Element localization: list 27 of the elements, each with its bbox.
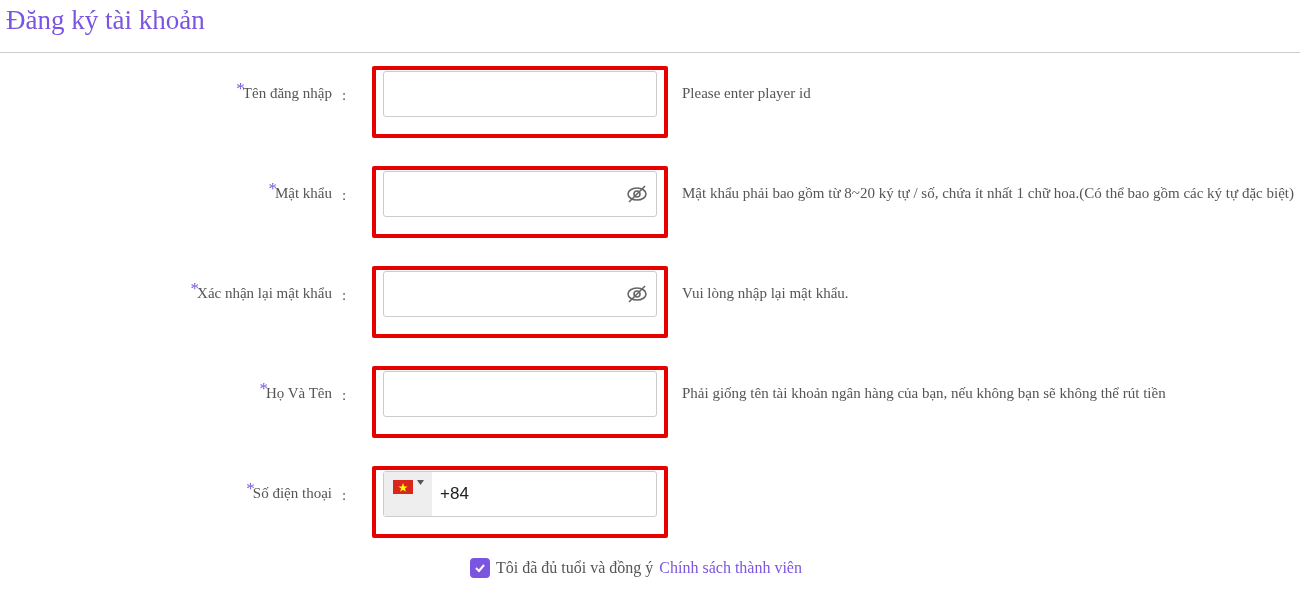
required-asterisk: *	[236, 78, 245, 100]
checkbox[interactable]	[470, 558, 490, 578]
caret-icon	[416, 480, 424, 485]
label-colon: :	[342, 87, 347, 103]
check-icon	[474, 563, 486, 573]
password-field[interactable]	[383, 171, 657, 217]
hint-text: Vui lòng nhập lại mật khẩu.	[682, 284, 850, 303]
input-field[interactable]	[383, 371, 657, 417]
label-colon: :	[342, 287, 347, 303]
label-colon: :	[342, 487, 347, 503]
country-selector[interactable]	[384, 472, 432, 516]
password-field[interactable]	[383, 271, 657, 317]
phone-number-input[interactable]: +84	[432, 472, 656, 516]
hide-password-icon[interactable]	[626, 283, 648, 305]
page-title: Đăng ký tài khoản	[5, 4, 206, 37]
label-colon: :	[342, 187, 347, 203]
flag-icon	[392, 480, 413, 494]
label-colon: :	[342, 387, 347, 403]
required-asterisk: *	[246, 478, 255, 500]
policy-link[interactable]: Chính sách thành viên	[659, 556, 802, 580]
phone-field[interactable]: +84	[383, 471, 657, 517]
input-field[interactable]	[383, 71, 657, 117]
agreement-text: Tôi đã đủ tuổi và đồng ý	[496, 558, 654, 579]
hint-text: Please enter player id	[682, 84, 812, 103]
hint-text: Mật khẩu phải bao gồm từ 8~20 ký tự / số, chứa ít nhất 1 chữ hoa.(Có thể bao gồm các ký tự đặc biệt)	[682, 184, 1294, 203]
hint-text: Phải giống tên tài khoản ngân hàng của bạn, nếu không bạn sẽ không thể rút tiền	[682, 384, 1167, 403]
hide-password-icon[interactable]	[626, 183, 648, 205]
